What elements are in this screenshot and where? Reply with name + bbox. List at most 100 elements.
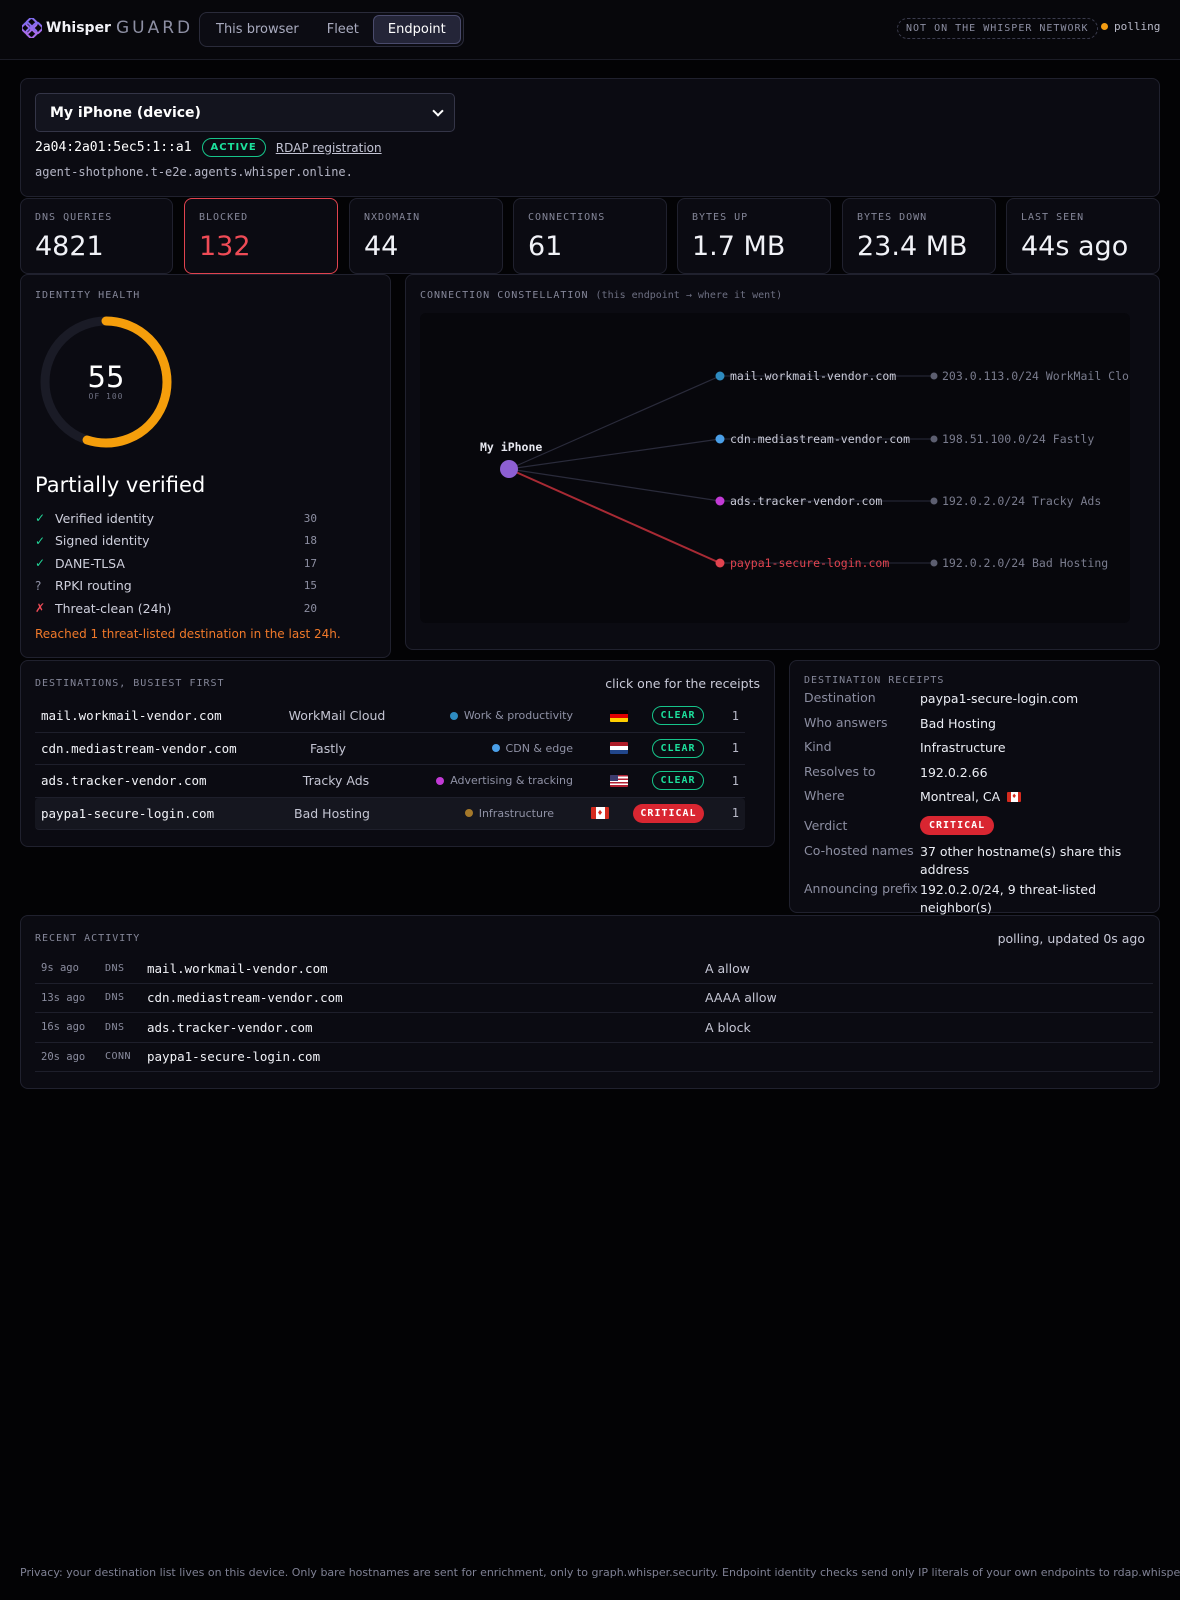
kind-dot-icon <box>464 809 473 818</box>
check-label: Verified identity <box>55 510 155 526</box>
activity-host: cdn.mediastream-vendor.com <box>147 990 343 1006</box>
device-select-value: My iPhone (device) <box>50 104 201 121</box>
kind-dot-icon <box>436 776 445 785</box>
kind-dot-icon <box>491 744 500 753</box>
stat-value: 1.7 MB <box>692 231 786 262</box>
destination-row-selected[interactable]: paypa1-secure-login.com Bad Hosting Infr… <box>35 797 745 830</box>
node-cdn[interactable] <box>715 434 725 444</box>
polling-label: polling <box>1114 20 1161 33</box>
destination-count: 1 <box>731 806 739 821</box>
receipt-value: 192.0.2.0/24, 9 threat-listed neighbor(s… <box>920 881 1097 915</box>
unknown-icon: ? <box>35 578 42 593</box>
node-ads[interactable] <box>715 496 725 506</box>
kind-dot-icon <box>449 711 458 720</box>
health-checks: ✓ Verified identity 30 ✓ Signed identity… <box>35 507 317 620</box>
destination-host: cdn.mediastream-vendor.com <box>41 740 237 756</box>
stat-value: 132 <box>199 231 251 262</box>
destinations-table: mail.workmail-vendor.com WorkMail Cloud … <box>35 700 745 830</box>
edge-ads <box>508 468 721 502</box>
receipt-key: Kind <box>804 739 832 754</box>
constellation-graph: My iPhone mail.workmail-vendor.com 203.0… <box>420 313 1130 623</box>
receipt-value-wrap: Montreal, CA ♦ <box>920 788 1022 813</box>
polling-indicator: polling <box>1101 20 1160 33</box>
check-item: ✗ Threat-clean (24h) 20 <box>35 597 317 620</box>
device-select[interactable]: My iPhone (device) <box>35 93 455 132</box>
stat-value: 23.4 MB <box>857 231 968 262</box>
tab-fleet[interactable]: Fleet <box>313 15 373 44</box>
receipt-row: Who answers Bad Hosting <box>804 715 1144 740</box>
tab-endpoint[interactable]: Endpoint <box>372 15 461 44</box>
receipt-key: Who answers <box>804 714 888 730</box>
destination-count: 1 <box>731 773 739 788</box>
check-icon: ✓ <box>35 556 46 571</box>
stat-connections: CONNECTIONS 61 <box>513 198 667 274</box>
activity-type: DNS <box>105 962 125 974</box>
check-points: 15 <box>303 579 317 593</box>
activity-type: DNS <box>105 992 125 1004</box>
node-threat-label: paypa1-secure-login.com <box>730 556 889 570</box>
edge-threat <box>508 468 721 564</box>
activity-row: 13s ago DNS cdn.mediastream-vendor.com A… <box>35 984 1153 1013</box>
receipt-row: Announcing prefix 192.0.2.0/24, 9 threat… <box>804 881 1144 915</box>
receipt-row: Destination paypa1-secure-login.com <box>804 690 1144 715</box>
activity-row: 9s ago DNS mail.workmail-vendor.com A al… <box>35 954 1153 984</box>
device-hostname: agent-shotphone.t-e2e.agents.whisper.onl… <box>35 165 353 179</box>
receipt-key: Resolves to <box>804 763 876 779</box>
check-points: 18 <box>303 534 317 548</box>
receipt-row: Verdict CRITICAL <box>804 813 1144 839</box>
check-points: 17 <box>303 556 317 570</box>
kind-label: Work & productivity <box>463 709 573 723</box>
chevron-down-icon <box>432 104 444 117</box>
brand-logo[interactable]: Whisper <box>22 18 111 38</box>
node-threat[interactable] <box>715 558 725 568</box>
activity-detail: A allow <box>705 960 751 976</box>
stat-label: CONNECTIONS <box>528 212 606 223</box>
identity-health-card: IDENTITY HEALTH 55 OF 100 Partially veri… <box>20 274 391 658</box>
health-score: 55 <box>87 360 125 394</box>
device-ip-line: 2a04:2a01:5ec5:1::a1 ACTIVE RDAP registr… <box>35 138 382 157</box>
verdict-badge: CLEAR <box>652 771 704 791</box>
network-label: 198.51.100.0/24 Fastly <box>942 432 1094 446</box>
health-status: Partially verified <box>35 473 206 497</box>
destination-owner: Tracky Ads <box>302 773 370 789</box>
destination-count: 1 <box>731 708 739 723</box>
activity-time: 9s ago <box>41 962 79 975</box>
destination-row[interactable]: ads.tracker-vendor.com Tracky Ads Advert… <box>35 765 745 798</box>
view-tabs: This browser Fleet Endpoint <box>199 12 464 47</box>
stat-value: 4821 <box>35 231 104 262</box>
destinations-card: DESTINATIONS, BUSIEST FIRST click one fo… <box>20 660 775 847</box>
activity-type: CONN <box>105 1051 132 1063</box>
network-status-badge: NOT ON THE WHISPER NETWORK <box>897 18 1098 39</box>
destination-owner: Fastly <box>310 740 346 756</box>
destination-row[interactable]: cdn.mediastream-vendor.com Fastly CDN & … <box>35 733 745 765</box>
connection-constellation-card: CONNECTION CONSTELLATION (this endpoint … <box>405 274 1160 650</box>
cross-icon: ✗ <box>35 601 46 616</box>
privacy-footer: Privacy: your destination list lives on … <box>20 1566 1180 1579</box>
brand-name: Whisper <box>46 20 111 36</box>
destination-row[interactable]: mail.workmail-vendor.com WorkMail Cloud … <box>35 700 745 733</box>
node-mail[interactable] <box>715 371 725 381</box>
destination-owner: WorkMail Cloud <box>288 708 386 724</box>
receipt-row: Resolves to 192.0.2.66 <box>804 764 1144 789</box>
check-points: 30 <box>303 511 317 525</box>
activity-detail: AAAA allow <box>705 990 777 1006</box>
destination-kind: Advertising & tracking <box>436 774 573 787</box>
tab-this-browser[interactable]: This browser <box>202 15 313 44</box>
rdap-registration-link[interactable]: RDAP registration <box>276 141 382 155</box>
source-node[interactable] <box>500 460 518 478</box>
destination-host: paypa1-secure-login.com <box>41 805 215 821</box>
activity-host: paypa1-secure-login.com <box>147 1049 321 1065</box>
receipt-row: Co-hosted names 37 other hostname(s) sha… <box>804 839 1144 881</box>
stat-value: 61 <box>528 231 563 262</box>
check-item: ? RPKI routing 15 <box>35 575 317 598</box>
activity-status: polling, updated 0s ago <box>997 931 1145 946</box>
receipt-key: Where <box>804 788 845 803</box>
check-label: Threat-clean (24h) <box>55 600 172 616</box>
receipt-row: Where Montreal, CA ♦ <box>804 788 1144 813</box>
network-label: 203.0.113.0/24 WorkMail Cloud <box>942 369 1130 383</box>
check-item: ✓ Verified identity 30 <box>35 507 317 530</box>
destination-kind: Infrastructure <box>464 806 554 820</box>
network-node <box>930 435 938 443</box>
kind-label: Infrastructure <box>478 806 554 820</box>
activity-type: DNS <box>105 1021 125 1033</box>
